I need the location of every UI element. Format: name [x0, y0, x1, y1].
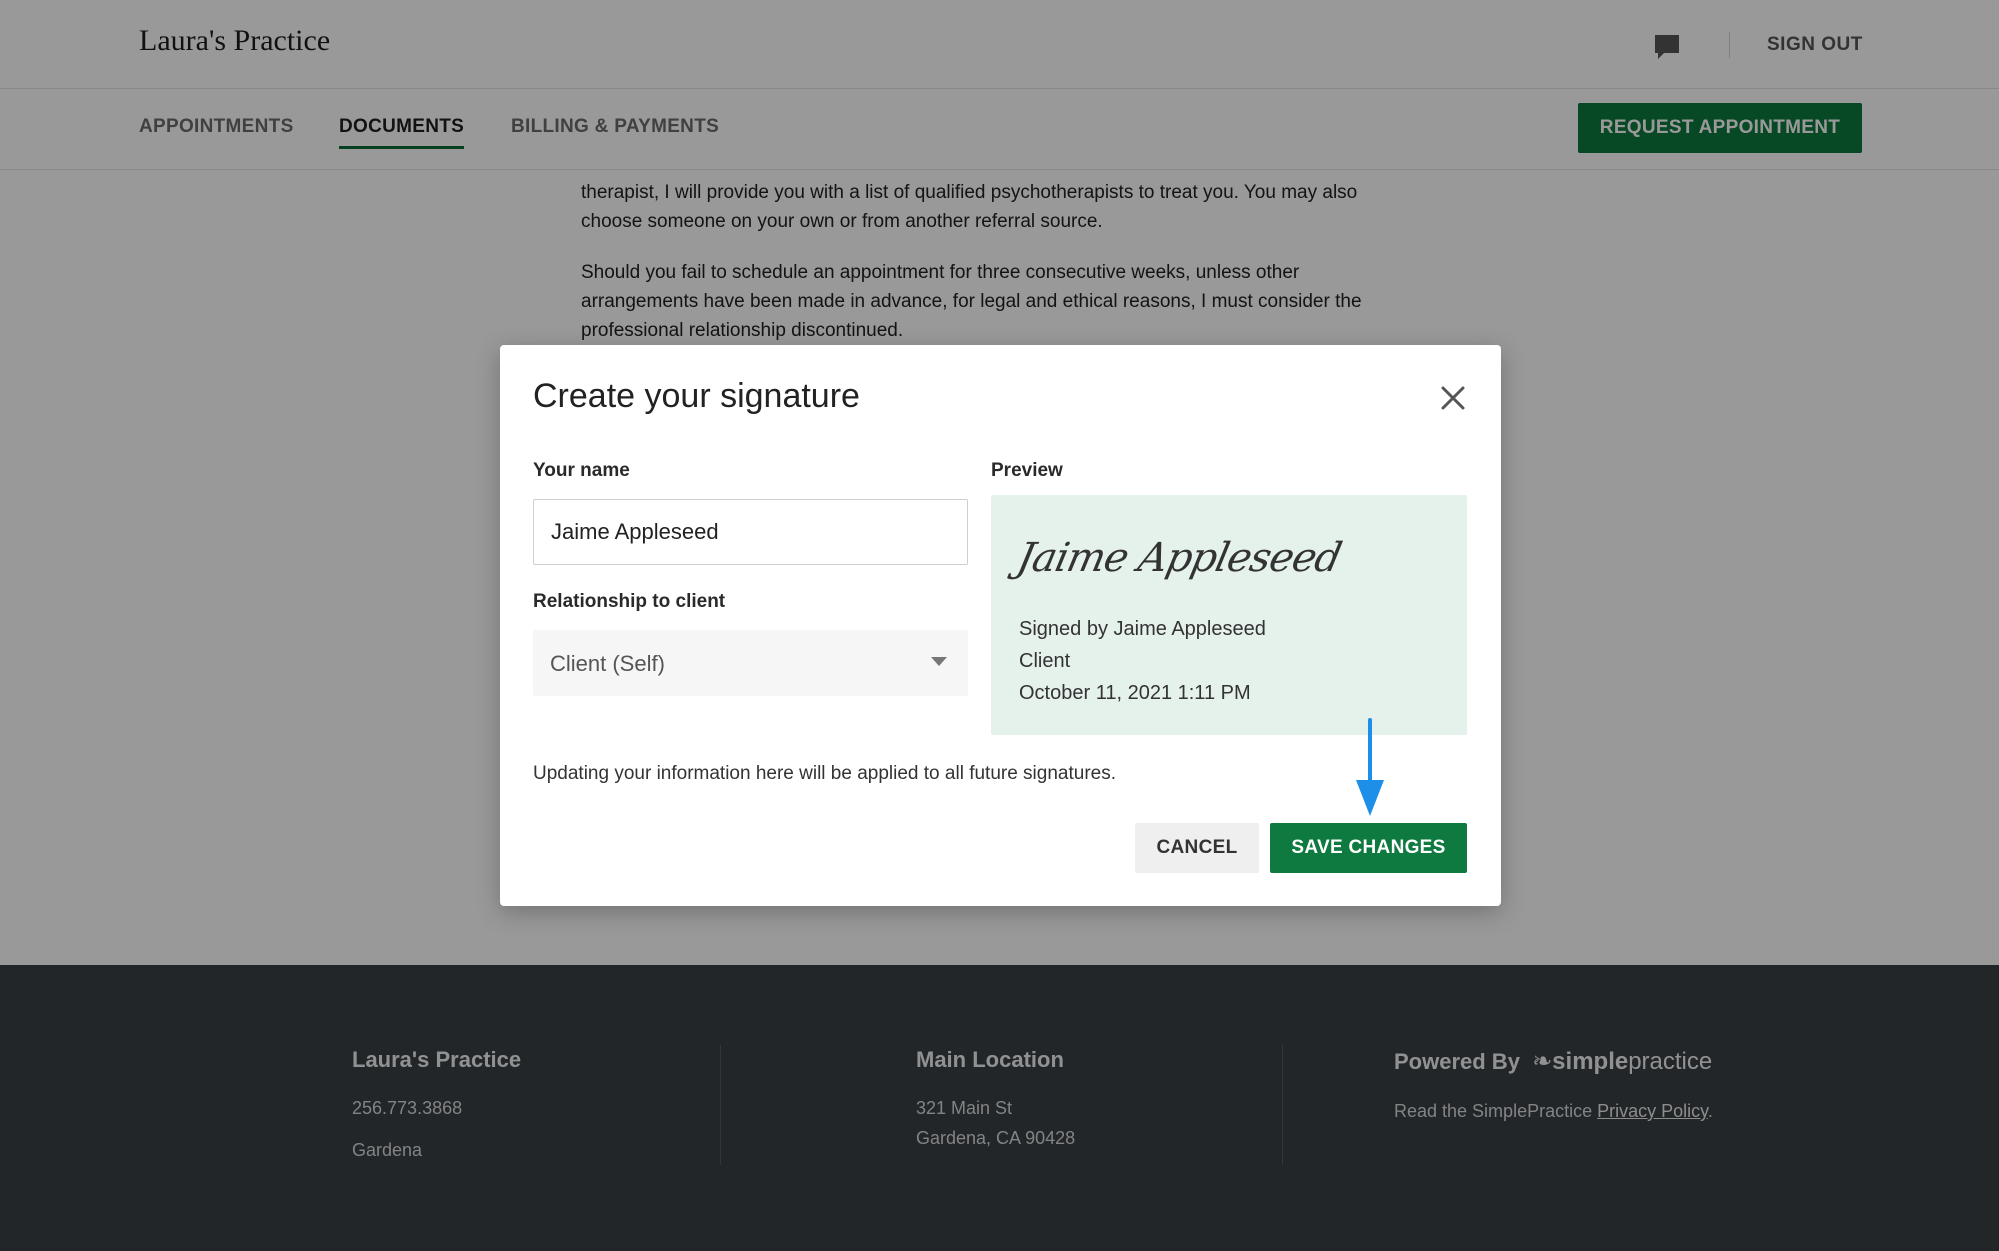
signature-modal: Create your signature Your name Relation…: [500, 345, 1501, 906]
signature-image: Jaime Appleseed: [1013, 535, 1345, 581]
arrow-down-icon: [1356, 718, 1384, 816]
relationship-select[interactable]: Client (Self): [533, 630, 968, 696]
name-input[interactable]: [533, 499, 968, 565]
signature-note: Updating your information here will be a…: [533, 763, 1116, 784]
signature-preview: Jaime Appleseed Signed by Jaime Applesee…: [991, 495, 1467, 735]
cancel-button[interactable]: CANCEL: [1135, 823, 1259, 873]
chevron-down-icon: [931, 657, 947, 666]
signed-by-text: Signed by Jaime Appleseed: [1019, 618, 1266, 640]
save-changes-button[interactable]: SAVE CHANGES: [1270, 823, 1467, 873]
name-label: Your name: [533, 460, 630, 481]
signer-role: Client: [1019, 650, 1071, 672]
close-icon[interactable]: [1438, 383, 1468, 413]
relationship-value: Client (Self): [550, 651, 665, 676]
signature-timestamp: October 11, 2021 1:11 PM: [1019, 682, 1251, 704]
modal-title: Create your signature: [533, 377, 860, 415]
preview-label: Preview: [991, 460, 1063, 481]
relationship-label: Relationship to client: [533, 591, 726, 612]
